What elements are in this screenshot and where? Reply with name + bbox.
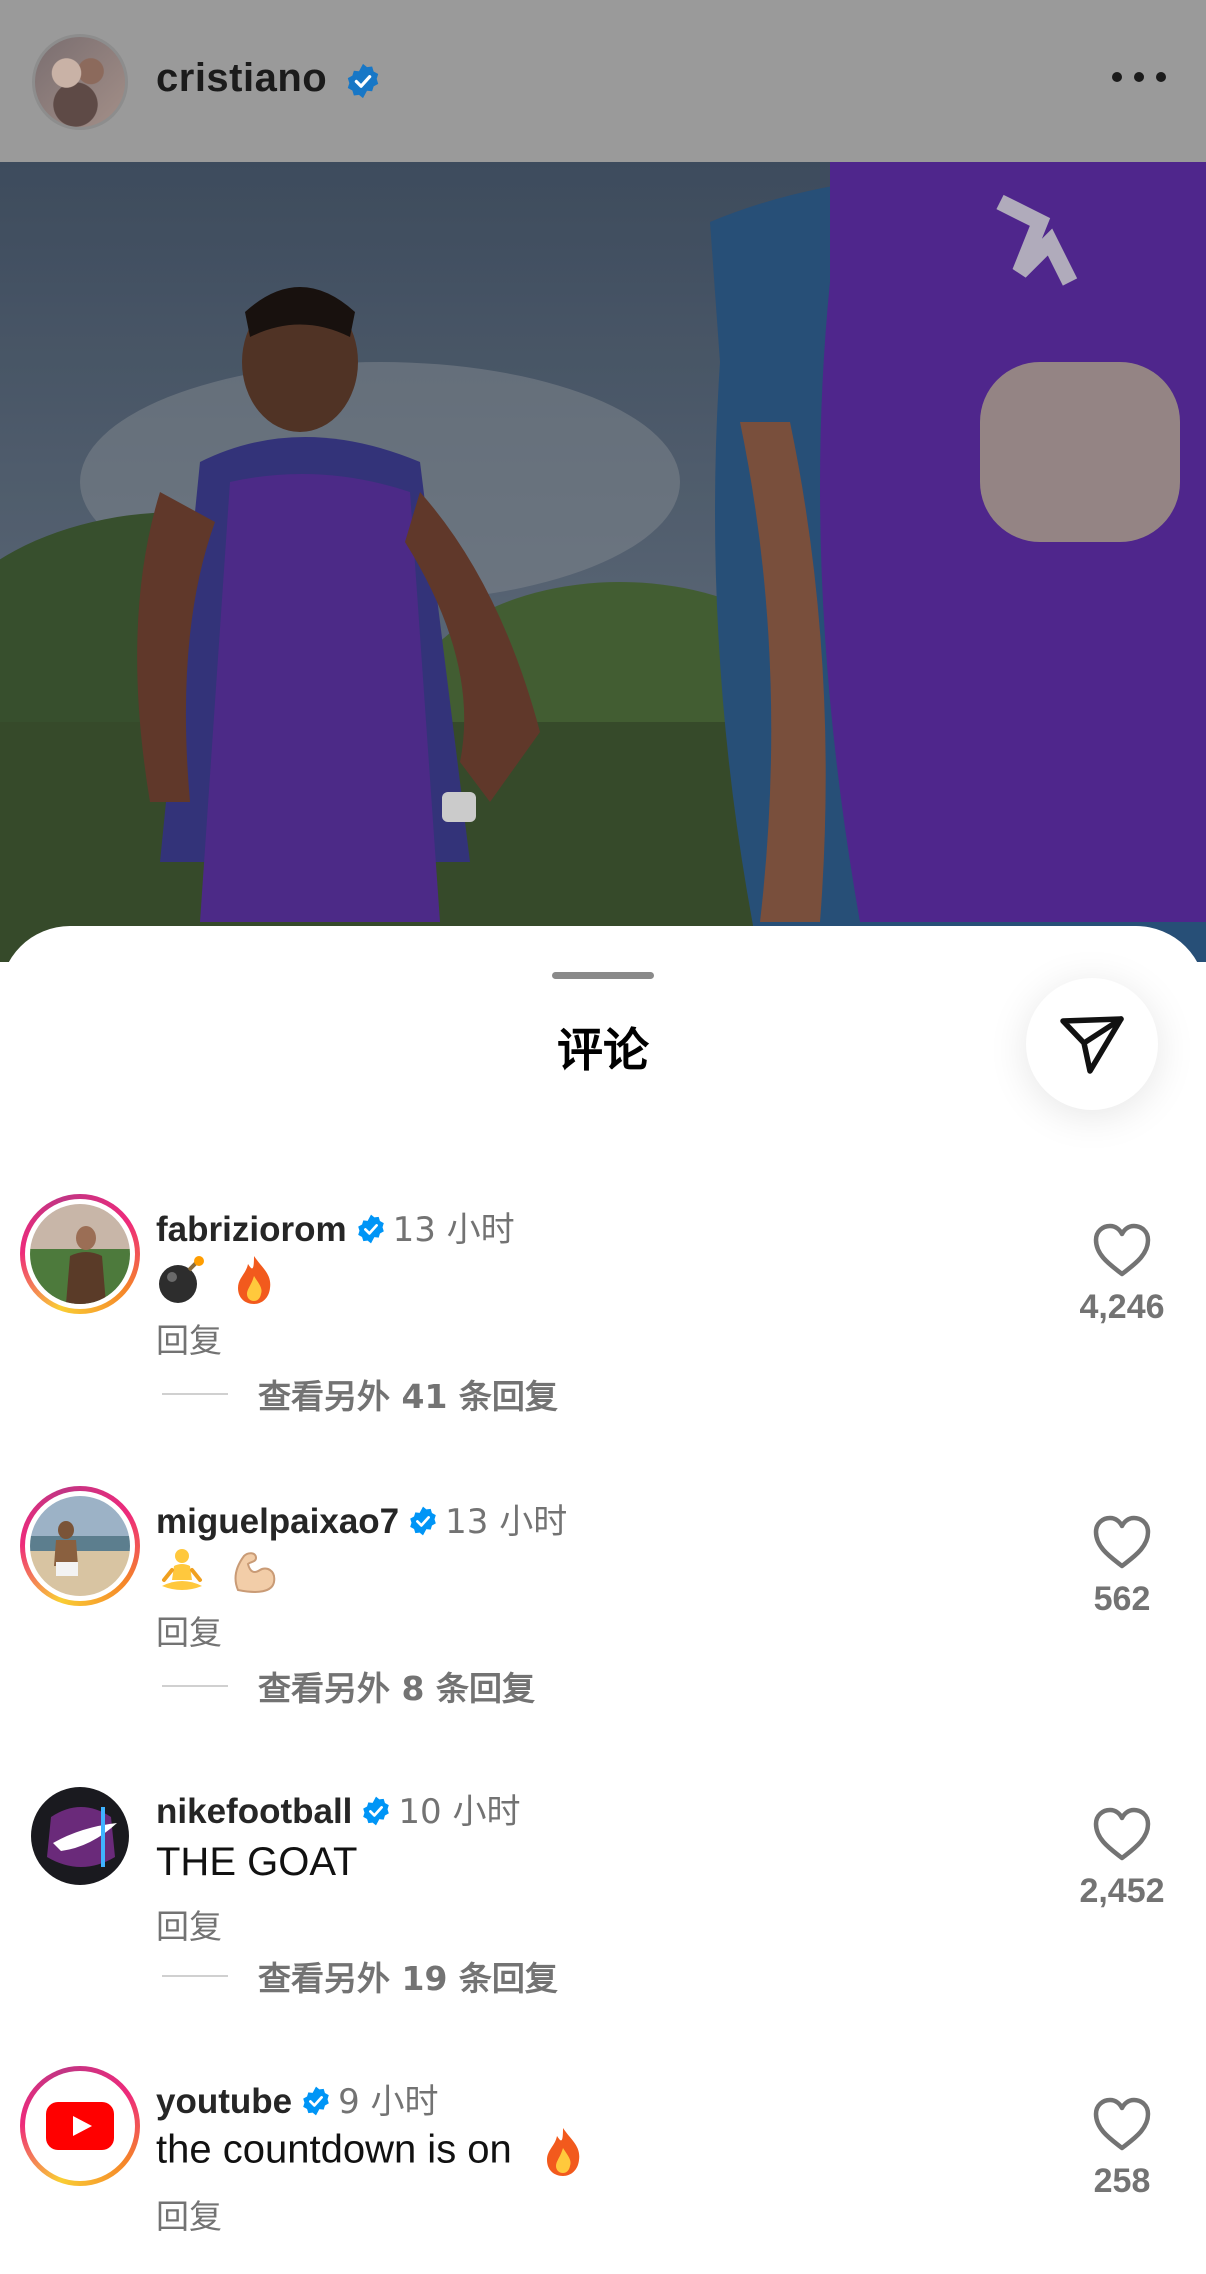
- verified-badge-icon: [410, 1506, 436, 1536]
- more-options-icon[interactable]: [1112, 70, 1166, 84]
- commenter-avatar: [30, 1204, 130, 1304]
- heart-icon[interactable]: [1092, 1222, 1152, 1278]
- story-ring[interactable]: [20, 1194, 140, 1314]
- post-photo: [0, 162, 1206, 962]
- comments-sheet: 评论 fabriziorom 13 小时 回复 4,246 查看另外 41 条回复: [0, 926, 1206, 2274]
- flexed-biceps-icon: [234, 1552, 276, 1593]
- verified-badge-icon: [363, 1796, 390, 1826]
- heart-icon[interactable]: [1092, 1514, 1152, 1570]
- verified-badge-icon: [357, 1214, 384, 1244]
- replies-divider: [162, 1975, 228, 1977]
- commenter-avatar: [31, 1787, 129, 1885]
- view-more-replies[interactable]: 查看另外 19 条回复: [162, 1956, 558, 1998]
- comment-timestamp: 9 小时: [338, 2082, 439, 2122]
- verified-badge-icon: [347, 63, 379, 99]
- post-header: cristiano: [0, 0, 1206, 162]
- like-count: 4,246: [1079, 1288, 1165, 1326]
- post-author-avatar[interactable]: [32, 34, 128, 130]
- view-more-replies-label: 查看另外 8 条回复: [258, 1669, 535, 1708]
- comment-timestamp: 13 小时: [392, 1210, 515, 1250]
- view-more-replies-label: 查看另外 41 条回复: [258, 1377, 558, 1416]
- view-more-replies[interactable]: 查看另外 41 条回复: [162, 1374, 558, 1416]
- verified-badge-icon: [303, 2086, 329, 2116]
- bomb-icon: [159, 1256, 204, 1303]
- reply-button[interactable]: 回复: [156, 1900, 222, 1948]
- view-more-replies[interactable]: 查看另外 8 条回复: [162, 1666, 535, 1708]
- share-button[interactable]: [1026, 978, 1158, 1110]
- comment-text: the countdown is on: [156, 2127, 512, 2172]
- fire-icon: [238, 1256, 271, 1304]
- commenter-username[interactable]: miguelpaixao7: [156, 1502, 399, 1541]
- like-count: 2,452: [1079, 1872, 1165, 1910]
- commenter-username[interactable]: fabriziorom: [156, 1210, 347, 1249]
- reply-button[interactable]: 回复: [156, 2190, 222, 2238]
- like-count: 562: [1093, 1580, 1151, 1618]
- comment-timestamp: 13 小时: [445, 1502, 568, 1542]
- commenter-username[interactable]: nikefootball: [156, 1792, 352, 1831]
- view-more-replies-label: 查看另外 19 条回复: [258, 1959, 558, 1998]
- youtube-logo-icon: [46, 2102, 114, 2150]
- like-count: 258: [1093, 2162, 1151, 2200]
- heart-icon[interactable]: [1092, 1806, 1152, 1862]
- heart-icon[interactable]: [1092, 2096, 1152, 2152]
- comment-timestamp: 10 小时: [398, 1792, 521, 1832]
- reply-button[interactable]: 回复: [156, 1314, 222, 1362]
- commenter-username[interactable]: youtube: [156, 2082, 292, 2121]
- comment-text: THE GOAT: [156, 1840, 358, 1884]
- replies-divider: [162, 1393, 228, 1395]
- reply-button[interactable]: 回复: [156, 1606, 222, 1654]
- fire-icon: [546, 2128, 580, 2176]
- sheet-drag-handle[interactable]: [552, 972, 654, 979]
- commenter-avatar: [30, 1496, 130, 1596]
- commenter-avatar-frame[interactable]: [20, 1776, 140, 1896]
- replies-divider: [162, 1685, 228, 1687]
- person-in-lotus-position-icon: [162, 1549, 202, 1590]
- commenter-avatar: [30, 2076, 130, 2176]
- story-ring[interactable]: [20, 1486, 140, 1606]
- post-author-username[interactable]: cristiano: [156, 56, 327, 101]
- story-ring[interactable]: [20, 2066, 140, 2186]
- send-icon: [1060, 1016, 1124, 1074]
